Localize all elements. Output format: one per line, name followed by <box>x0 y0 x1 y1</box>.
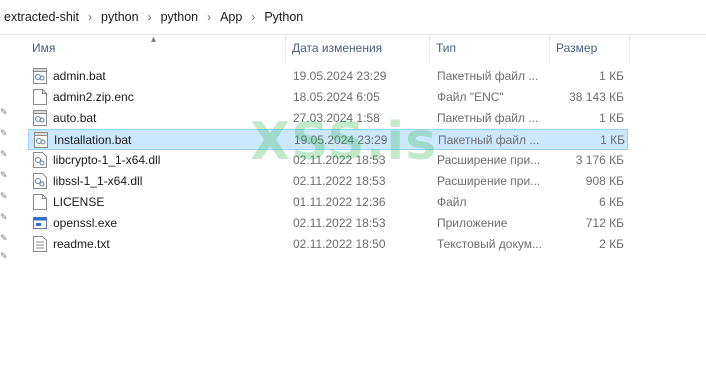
chevron-right-icon[interactable]: › <box>143 10 157 24</box>
file-type: Текстовый докум... <box>437 237 542 251</box>
chevron-right-icon[interactable]: › <box>246 10 260 24</box>
dll-file-icon <box>33 173 47 189</box>
file-icon <box>33 89 47 105</box>
file-size: 1 КБ <box>599 69 624 83</box>
file-size: 2 КБ <box>599 237 624 251</box>
file-date: 02.11.2022 18:53 <box>293 174 386 188</box>
quick-access-pins: ✎ ✎ ✎ ✎ ✎ ✎ ✎ ✎ <box>0 60 12 280</box>
file-name: auto.bat <box>53 111 97 125</box>
breadcrumb: extracted-shit › python › python › App ›… <box>0 0 706 35</box>
file-name: admin.bat <box>53 69 106 83</box>
column-header-type[interactable]: Тип <box>430 34 550 64</box>
chevron-right-icon[interactable]: › <box>202 10 216 24</box>
file-name: admin2.zip.enc <box>53 90 134 104</box>
chevron-right-icon[interactable]: › <box>83 10 97 24</box>
column-header-name[interactable]: Имя <box>26 34 286 64</box>
file-size: 3 176 КБ <box>575 153 624 167</box>
file-type: Пакетный файл ... <box>437 69 539 83</box>
file-row[interactable]: Installation.bat 19.05.2024 23:29 Пакетный… <box>28 129 628 150</box>
file-name: libcrypto-1_1-x64.dll <box>53 153 161 167</box>
pin-icon[interactable]: ✎ <box>0 108 9 117</box>
file-name: openssl.exe <box>53 216 118 230</box>
file-size: 38 143 КБ <box>569 90 624 104</box>
file-size: 6 КБ <box>599 195 624 209</box>
file-type: Приложение <box>437 216 508 230</box>
file-name: LICENSE <box>53 195 105 209</box>
breadcrumb-item-python-2[interactable]: python <box>157 10 203 24</box>
file-row[interactable]: readme.txt 02.11.2022 18:50 Текстовый доку… <box>28 234 628 255</box>
file-date: 01.11.2022 12:36 <box>293 195 386 209</box>
file-date: 18.05.2024 6:05 <box>293 90 380 104</box>
file-type: Файл <box>437 195 467 209</box>
batch-file-icon <box>33 110 47 126</box>
file-row[interactable]: libcrypto-1_1-x64.dll 02.11.2022 18:53 Рас… <box>28 150 628 171</box>
file-date: 02.11.2022 18:50 <box>293 237 386 251</box>
file-name: Installation.bat <box>54 133 132 147</box>
file-size: 712 КБ <box>585 216 624 230</box>
file-icon <box>33 194 47 210</box>
file-row[interactable]: openssl.exe 02.11.2022 18:53 Приложение 712… <box>28 213 628 234</box>
file-name: libssl-1_1-x64.dll <box>53 174 143 188</box>
pin-icon[interactable]: ✎ <box>0 192 9 201</box>
column-header-date[interactable]: Дата изменения <box>286 34 430 64</box>
batch-file-icon <box>33 68 47 84</box>
file-date: 19.05.2024 23:29 <box>293 69 387 83</box>
column-header-size[interactable]: Размер <box>550 34 630 64</box>
exe-file-icon <box>33 215 47 231</box>
file-type: Пакетный файл ... <box>438 133 540 147</box>
breadcrumb-item-python-3[interactable]: Python <box>260 10 307 24</box>
file-row[interactable]: auto.bat 27.03.2024 1:58 Пакетный файл ...… <box>28 108 628 129</box>
file-type: Расширение при... <box>437 153 541 167</box>
file-row[interactable]: libssl-1_1-x64.dll 02.11.2022 18:53 Расшир… <box>28 171 628 192</box>
file-size: 908 КБ <box>585 174 624 188</box>
file-date: 02.11.2022 18:53 <box>293 153 386 167</box>
file-row[interactable]: admin.bat 19.05.2024 23:29 Пакетный файл .… <box>28 66 628 87</box>
pin-icon[interactable]: ✎ <box>0 171 9 180</box>
file-type: Пакетный файл ... <box>437 111 539 125</box>
text-file-icon <box>33 236 47 252</box>
file-name: readme.txt <box>53 237 110 251</box>
breadcrumb-item-python[interactable]: python <box>97 10 143 24</box>
file-size: 1 КБ <box>599 111 624 125</box>
pin-icon[interactable]: ✎ <box>0 129 9 138</box>
file-type: Файл "ENC" <box>437 90 504 104</box>
pin-icon[interactable]: ✎ <box>0 213 9 222</box>
file-date: 02.11.2022 18:53 <box>293 216 386 230</box>
pin-icon[interactable]: ✎ <box>0 234 9 243</box>
file-row[interactable]: admin2.zip.enc 18.05.2024 6:05 Файл "ENC" 3… <box>28 87 628 108</box>
batch-file-icon <box>34 132 48 148</box>
file-row[interactable]: LICENSE 01.11.2022 12:36 Файл 6 КБ <box>28 192 628 213</box>
dll-file-icon <box>33 152 47 168</box>
pin-icon[interactable]: ✎ <box>0 252 9 261</box>
breadcrumb-item-extracted-shit[interactable]: extracted-shit <box>0 10 83 24</box>
file-type: Расширение при... <box>437 174 541 188</box>
column-header-bar: ▴ Имя Дата изменения Тип Размер <box>0 34 706 64</box>
breadcrumb-item-app[interactable]: App <box>216 10 246 24</box>
pin-icon[interactable]: ✎ <box>0 150 9 159</box>
file-date: 27.03.2024 1:58 <box>293 111 380 125</box>
file-size: 1 КБ <box>600 133 625 147</box>
file-date: 19.05.2024 23:29 <box>294 133 388 147</box>
